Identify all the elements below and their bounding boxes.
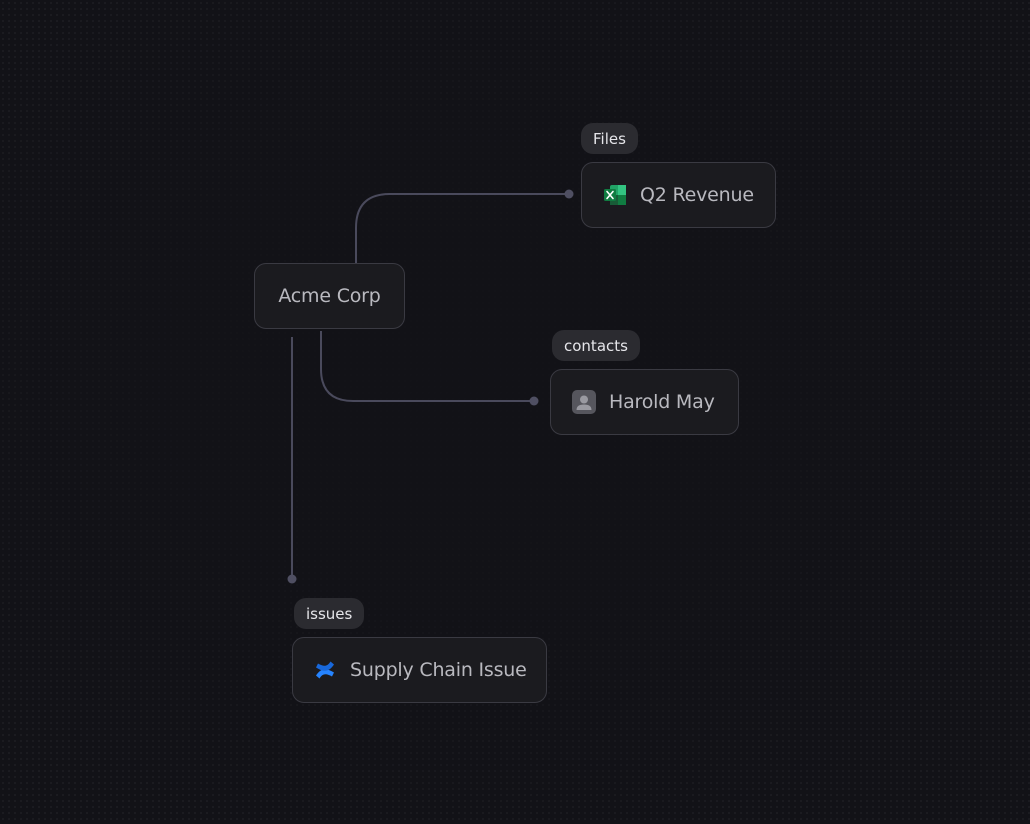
excel-icon bbox=[604, 185, 626, 205]
node-harold-may[interactable]: Harold May bbox=[550, 369, 739, 435]
confluence-icon bbox=[316, 661, 334, 679]
node-label: Acme Corp bbox=[278, 285, 381, 307]
edge-endpoint-supply-chain-issue bbox=[287, 574, 297, 584]
node-q2-revenue[interactable]: Q2 Revenue bbox=[581, 162, 776, 228]
node-label: Q2 Revenue bbox=[640, 184, 754, 206]
edge-endpoint-q2-revenue bbox=[564, 189, 574, 199]
node-acme-corp[interactable]: Acme Corp bbox=[254, 263, 405, 329]
category-tag-files: Files bbox=[581, 123, 638, 154]
edge-acme-to-q2-revenue bbox=[355, 193, 569, 264]
node-supply-chain-issue[interactable]: Supply Chain Issue bbox=[292, 637, 547, 703]
category-tag-issues: issues bbox=[294, 598, 365, 629]
node-label: Harold May bbox=[609, 391, 715, 413]
tag-label: contacts bbox=[564, 336, 628, 355]
tag-label: issues bbox=[306, 604, 353, 623]
graph-canvas[interactable]: Acme Corp Files Q2 Revenue contacts Haro… bbox=[0, 0, 1030, 824]
edge-acme-to-harold-may bbox=[320, 331, 534, 402]
edge-endpoint-harold-may bbox=[529, 396, 539, 406]
tag-label: Files bbox=[593, 129, 626, 148]
node-label: Supply Chain Issue bbox=[350, 659, 527, 681]
category-tag-contacts: contacts bbox=[552, 330, 640, 361]
contact-person-icon bbox=[572, 390, 596, 414]
